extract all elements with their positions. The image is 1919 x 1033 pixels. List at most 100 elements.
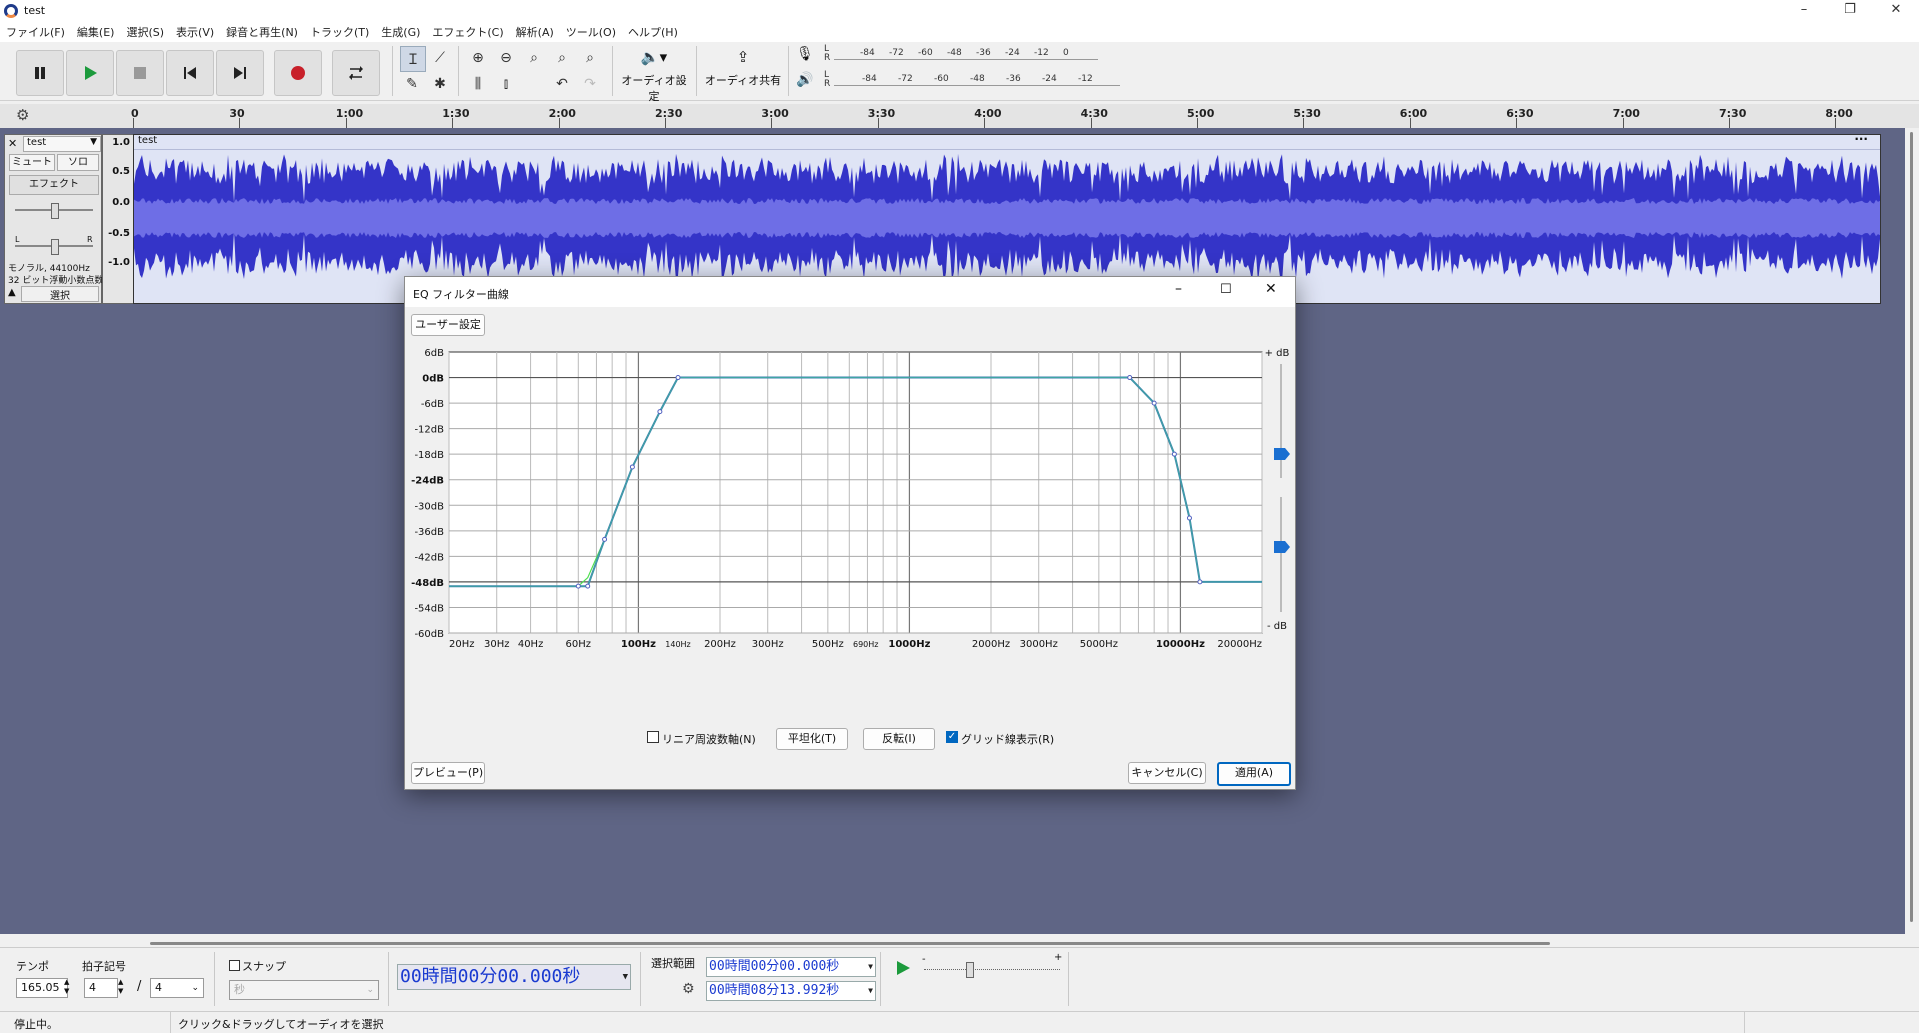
- redo-icon[interactable]: ↷: [578, 72, 602, 96]
- fit-selection-icon[interactable]: ⌕: [522, 46, 546, 70]
- linear-freq-checkbox[interactable]: [647, 731, 659, 743]
- menu-item-3[interactable]: 表示(V): [170, 22, 220, 42]
- eq-control-point[interactable]: [1127, 375, 1133, 381]
- loop-button[interactable]: [332, 50, 380, 96]
- plot-area[interactable]: [448, 351, 1263, 634]
- play-at-speed-button[interactable]: [894, 959, 912, 980]
- restore-button[interactable]: ❐: [1827, 0, 1873, 22]
- speed-slider-thumb[interactable]: [966, 962, 974, 978]
- multi-tool-icon[interactable]: ✱: [428, 72, 452, 96]
- preset-button[interactable]: ユーザー設定: [411, 314, 485, 336]
- selection-label: 選択範囲: [651, 957, 695, 970]
- max-gain-slider-thumb[interactable]: [1274, 448, 1290, 460]
- selection-start-field[interactable]: 00時間00分00.000秒 ▼: [706, 957, 876, 977]
- stop-button[interactable]: [116, 50, 164, 96]
- gain-slider-thumb[interactable]: [51, 203, 59, 219]
- min-gain-slider-thumb[interactable]: [1274, 541, 1290, 553]
- eq-control-point[interactable]: [575, 583, 581, 589]
- silence-icon[interactable]: ⫾: [494, 72, 518, 96]
- play-button[interactable]: [66, 50, 114, 96]
- eq-control-point[interactable]: [675, 375, 681, 381]
- share-audio-button[interactable]: ⇪ オーディオ共有: [704, 48, 782, 94]
- selection-settings-icon[interactable]: ⚙: [682, 981, 695, 997]
- vertical-scrollbar[interactable]: [1905, 128, 1919, 934]
- timeline-settings-icon[interactable]: ⚙: [16, 106, 29, 124]
- invert-button[interactable]: 反転(I): [863, 728, 935, 750]
- clip-header[interactable]: test ···: [134, 132, 1880, 150]
- menu-item-7[interactable]: エフェクト(C): [426, 22, 509, 42]
- timesig-den-select[interactable]: 4 ⌄: [150, 978, 204, 998]
- freq-tick-label: 20000Hz: [1217, 639, 1262, 650]
- menu-item-1[interactable]: 編集(E): [71, 22, 121, 42]
- vertical-scrollbar-thumb[interactable]: [1910, 132, 1913, 922]
- eq-control-point[interactable]: [602, 536, 608, 542]
- track-close-icon[interactable]: ✕: [8, 137, 17, 150]
- zoom-out-icon[interactable]: ⊖: [494, 46, 518, 70]
- tempo-spin-icon[interactable]: ▲ ▼: [64, 978, 69, 996]
- menu-item-4[interactable]: 録音と再生(N): [220, 22, 304, 42]
- fit-project-icon[interactable]: ⌕: [550, 46, 574, 70]
- microphone-icon[interactable]: 🎙: [796, 46, 814, 62]
- zoom-toggle-icon[interactable]: ⌕: [578, 46, 602, 70]
- clip-menu-icon[interactable]: ···: [1854, 132, 1868, 146]
- selection-end-field[interactable]: 00時間08分13.992秒 ▼: [706, 981, 876, 1001]
- selection-tool-icon[interactable]: Ｉ: [400, 46, 426, 72]
- minimize-button[interactable]: –: [1781, 0, 1827, 22]
- eq-control-point[interactable]: [629, 464, 635, 470]
- speed-slider[interactable]: [924, 969, 1060, 971]
- playback-meter[interactable]: -84 -72 -60 -48 -36 -24 -12: [834, 74, 1120, 88]
- record-button[interactable]: [274, 50, 322, 96]
- menu-item-8[interactable]: 解析(A): [510, 22, 560, 42]
- effects-button[interactable]: エフェクト: [9, 175, 99, 195]
- undo-icon[interactable]: ↶: [550, 72, 574, 96]
- menu-item-0[interactable]: ファイル(F): [0, 22, 71, 42]
- zoom-in-icon[interactable]: ⊕: [466, 46, 490, 70]
- track-name-menu[interactable]: test ▼: [23, 136, 101, 152]
- skip-end-button[interactable]: [216, 50, 264, 96]
- collapse-icon[interactable]: ▲: [8, 287, 16, 298]
- timesig-num-input[interactable]: 4: [84, 978, 118, 998]
- menu-item-6[interactable]: 生成(G): [375, 22, 426, 42]
- freq-tick-label: 60Hz: [566, 639, 592, 650]
- grid-checkbox[interactable]: ✓: [946, 731, 958, 743]
- trim-icon[interactable]: ⫼: [466, 72, 490, 96]
- apply-button[interactable]: 適用(A): [1217, 762, 1291, 786]
- menu-item-2[interactable]: 選択(S): [120, 22, 170, 42]
- skip-start-button[interactable]: [166, 50, 214, 96]
- eq-control-point[interactable]: [657, 409, 663, 415]
- menu-item-9[interactable]: ツール(O): [560, 22, 622, 42]
- solo-button[interactable]: ソロ: [57, 154, 99, 171]
- recording-meter[interactable]: -84 -72 -60 -48 -36 -24 -12 0: [834, 48, 1098, 62]
- eq-curve-graph[interactable]: 6dB 0dB -6dB -12dB -18dB -24dB -30dB -36dB -42dB…: [405, 342, 1295, 732]
- eq-control-point[interactable]: [1171, 451, 1177, 457]
- timesig-spin-icon[interactable]: ▲ ▼: [118, 978, 123, 996]
- snap-unit-select[interactable]: 秒 ⌄: [229, 980, 379, 1000]
- pause-button[interactable]: [16, 50, 64, 96]
- eq-control-point[interactable]: [1197, 579, 1203, 585]
- audio-setup-button[interactable]: 🔈▾ オーディオ設定: [618, 48, 690, 103]
- time-display[interactable]: 00時間00分00.000秒 ▼: [397, 964, 631, 990]
- horizontal-scrollbar-thumb[interactable]: [150, 942, 1550, 945]
- eq-control-point[interactable]: [1186, 515, 1192, 521]
- pan-slider-thumb[interactable]: [51, 239, 59, 255]
- tempo-input[interactable]: 165.05: [16, 978, 68, 998]
- envelope-tool-icon[interactable]: ⟋: [428, 46, 452, 70]
- menu-item-5[interactable]: トラック(T): [304, 22, 375, 42]
- close-window-button[interactable]: ✕: [1873, 0, 1919, 22]
- track-select-button[interactable]: 選択: [21, 286, 99, 302]
- menu-item-10[interactable]: ヘルプ(H): [622, 22, 684, 42]
- timeline-ruler[interactable]: ⚙ 0 30 1:00 1:30 2:00 2:30 3:00 3:30 4:00 4:30 5:0…: [0, 104, 1919, 129]
- eq-control-point[interactable]: [585, 583, 591, 589]
- speaker-meter-icon[interactable]: 🔊: [796, 72, 813, 88]
- vertical-scale[interactable]: 1.0 0.5 0.0 -0.5 -1.0: [102, 134, 134, 304]
- snap-checkbox[interactable]: [229, 960, 240, 971]
- mute-button[interactable]: ミュート: [9, 154, 55, 171]
- preview-button[interactable]: プレビュー(P): [411, 762, 485, 784]
- dialog-maximize-icon[interactable]: ☐: [1220, 282, 1232, 297]
- draw-tool-icon[interactable]: ✎: [400, 72, 424, 96]
- dialog-minimize-icon[interactable]: –: [1175, 281, 1182, 297]
- dialog-close-icon[interactable]: ✕: [1265, 281, 1277, 297]
- eq-control-point[interactable]: [1151, 400, 1157, 406]
- cancel-button[interactable]: キャンセル(C): [1128, 762, 1206, 784]
- flatten-button[interactable]: 平坦化(T): [776, 728, 848, 750]
